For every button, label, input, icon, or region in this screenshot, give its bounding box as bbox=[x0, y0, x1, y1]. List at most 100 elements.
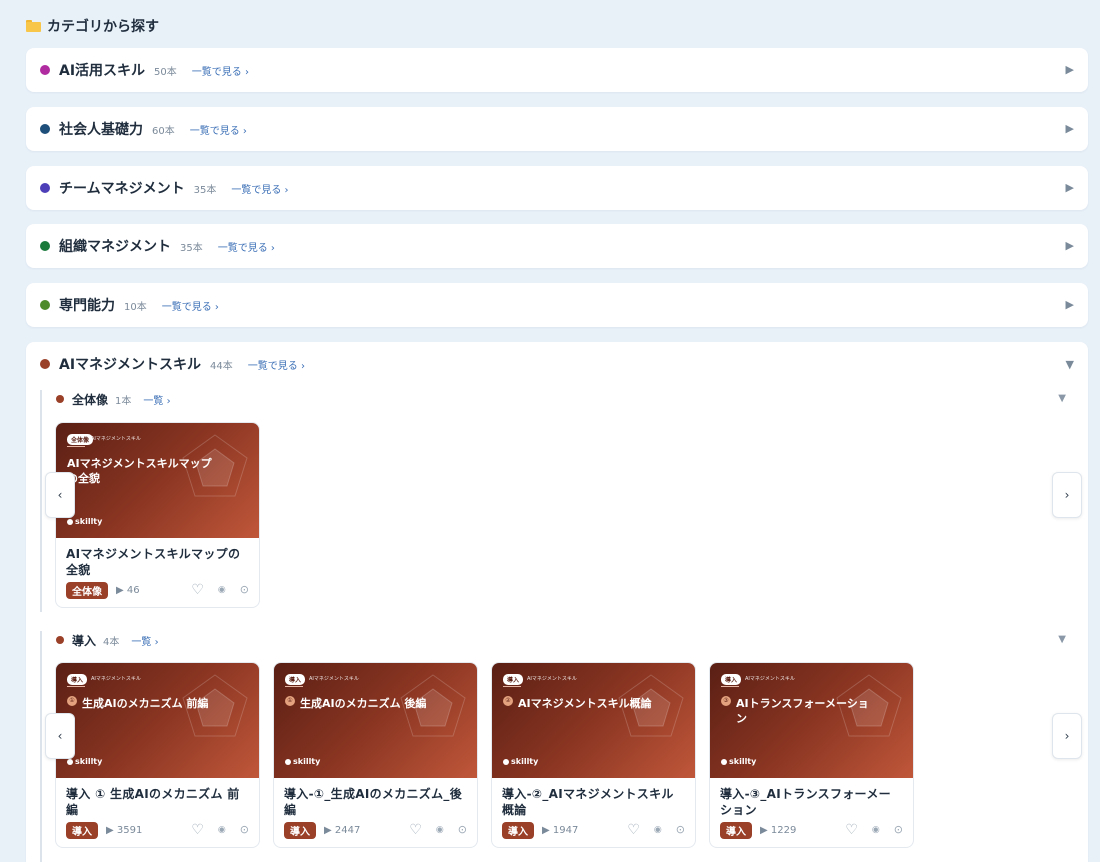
category-row-business-basics[interactable]: 社会人基礎力 60本 一覧で見る › ▶ bbox=[26, 107, 1088, 151]
more-icon[interactable]: ⊙ bbox=[676, 824, 685, 836]
heart-icon[interactable]: ♡ bbox=[627, 823, 640, 837]
category-panel-ai-management: AIマネジメントスキル 44本 一覧で見る › ▼ 全体像 1本 一覧 › ▼ … bbox=[26, 342, 1088, 862]
category-dot bbox=[40, 124, 50, 134]
thumbnail-number: ② bbox=[503, 696, 513, 706]
more-icon[interactable]: ⊙ bbox=[240, 824, 249, 836]
category-row-org-management[interactable]: 組織マネジメント 35本 一覧で見る › ▶ bbox=[26, 224, 1088, 268]
category-count: 35本 bbox=[193, 184, 217, 196]
category-name: AIマネジメントスキル bbox=[59, 357, 202, 373]
video-card[interactable]: 導入 AIマネジメントスキル ② AIマネジメントスキル概論 skillty 導… bbox=[491, 662, 696, 848]
category-count: 44本 bbox=[210, 360, 233, 372]
expand-arrow-icon[interactable]: ▶ bbox=[1066, 239, 1074, 252]
category-name: 専門能力 bbox=[59, 298, 115, 314]
video-card[interactable]: 導入 AIマネジメントスキル ③ AIトランスフォーメーション skillty … bbox=[709, 662, 914, 848]
subcategory-header[interactable]: 全体像 1本 一覧 › bbox=[56, 390, 171, 408]
video-thumbnail[interactable]: 導入 AIマネジメントスキル ③ AIトランスフォーメーション skillty bbox=[710, 663, 913, 778]
thumbnail-divider bbox=[67, 446, 85, 447]
video-thumbnail[interactable]: 導入 AIマネジメントスキル ① 生成AIのメカニズム 前編 skillty bbox=[56, 663, 259, 778]
expand-arrow-icon[interactable]: ▶ bbox=[1066, 298, 1074, 311]
section-title-text: カテゴリから探す bbox=[47, 19, 159, 35]
view-all-link[interactable]: 一覧で見る › bbox=[162, 298, 219, 313]
brand-logo: skillty bbox=[285, 757, 320, 766]
thumbnail-number: ① bbox=[285, 696, 295, 706]
expand-arrow-icon[interactable]: ▶ bbox=[1066, 122, 1074, 135]
heart-icon[interactable]: ♡ bbox=[409, 823, 422, 837]
thumbnail-divider bbox=[285, 686, 303, 687]
play-count: ▶ 1229 bbox=[760, 824, 797, 836]
thumbnail-subtitle: AIマネジメントスキル bbox=[91, 676, 141, 682]
heart-icon[interactable]: ♡ bbox=[191, 583, 204, 597]
video-thumbnail[interactable]: 全体像 AIマネジメントスキル AIマネジメントスキルマップの全貌 skillt… bbox=[56, 423, 259, 538]
section-title: カテゴリから探す bbox=[26, 16, 159, 36]
collapse-arrow-icon[interactable]: ▼ bbox=[1058, 634, 1066, 645]
thumbnail-subtitle: AIマネジメントスキル bbox=[91, 436, 141, 442]
carousel-prev-button[interactable]: ‹ bbox=[45, 472, 75, 518]
tag-badge: 導入 bbox=[720, 821, 752, 839]
folder-icon bbox=[26, 20, 41, 32]
thumbnail-tag: 導入 bbox=[67, 674, 88, 685]
expand-arrow-icon[interactable]: ▶ bbox=[1066, 181, 1074, 194]
category-row-team-management[interactable]: チームマネジメント 35本 一覧で見る › ▶ bbox=[26, 166, 1088, 210]
view-all-link[interactable]: 一覧で見る › bbox=[190, 122, 247, 137]
video-title[interactable]: 導入 ① 生成AIのメカニズム 前編 bbox=[66, 786, 249, 818]
video-title[interactable]: 導入-③_AIトランスフォーメーション bbox=[720, 786, 903, 818]
tag-badge: 全体像 bbox=[66, 581, 108, 599]
thumbnail-subtitle: AIマネジメントスキル bbox=[745, 676, 795, 682]
category-dot bbox=[40, 65, 50, 75]
subcategory-name: 導入 bbox=[72, 633, 97, 648]
eye-icon[interactable]: ◉ bbox=[654, 824, 662, 836]
video-thumbnail[interactable]: 導入 AIマネジメントスキル ② AIマネジメントスキル概論 skillty bbox=[492, 663, 695, 778]
pentagon-decoration-icon bbox=[618, 674, 684, 737]
video-card[interactable]: 導入 AIマネジメントスキル ① 生成AIのメカニズム 後編 skillty 導… bbox=[273, 662, 478, 848]
brand-logo: skillty bbox=[721, 757, 756, 766]
more-icon[interactable]: ⊙ bbox=[458, 824, 467, 836]
brand-logo: skillty bbox=[67, 517, 102, 526]
subcategory-view-all-link[interactable]: 一覧 › bbox=[143, 392, 170, 407]
subcategory-dot bbox=[56, 395, 64, 403]
subcategory-name: 全体像 bbox=[72, 392, 109, 407]
category-dot bbox=[40, 359, 50, 369]
carousel-next-button[interactable]: › bbox=[1052, 472, 1082, 518]
eye-icon[interactable]: ◉ bbox=[218, 824, 226, 836]
eye-icon[interactable]: ◉ bbox=[436, 824, 444, 836]
subcategory-header[interactable]: 導入 4本 一覧 › bbox=[56, 631, 159, 649]
video-card[interactable]: 導入 AIマネジメントスキル ① 生成AIのメカニズム 前編 skillty 導… bbox=[55, 662, 260, 848]
view-all-link[interactable]: 一覧で見る › bbox=[231, 181, 288, 196]
view-all-link[interactable]: 一覧で見る › bbox=[218, 239, 275, 254]
play-count: ▶ 2447 bbox=[324, 824, 361, 836]
subcategory-view-all-link[interactable]: 一覧 › bbox=[131, 633, 158, 648]
thumbnail-divider bbox=[503, 686, 521, 687]
pentagon-decoration-icon bbox=[836, 674, 902, 737]
carousel-prev-button[interactable]: ‹ bbox=[45, 713, 75, 759]
category-count: 35本 bbox=[180, 242, 203, 254]
carousel-next-button[interactable]: › bbox=[1052, 713, 1082, 759]
category-row-specialist[interactable]: 専門能力 10本 一覧で見る › ▶ bbox=[26, 283, 1088, 327]
video-title[interactable]: 導入-②_AIマネジメントスキル概論 bbox=[502, 786, 685, 818]
view-all-link[interactable]: 一覧で見る › bbox=[248, 357, 305, 372]
collapse-arrow-icon[interactable]: ▼ bbox=[1058, 393, 1066, 404]
category-header[interactable]: AIマネジメントスキル 44本 一覧で見る › bbox=[40, 354, 305, 374]
subcategory-overview: 全体像 1本 一覧 › ▼ 全体像 AIマネジメントスキル AIマネジメントスキ… bbox=[40, 390, 1074, 612]
category-dot bbox=[40, 183, 50, 193]
heart-icon[interactable]: ♡ bbox=[191, 823, 204, 837]
video-card[interactable]: 全体像 AIマネジメントスキル AIマネジメントスキルマップの全貌 skillt… bbox=[55, 422, 260, 608]
view-all-link[interactable]: 一覧で見る › bbox=[192, 63, 249, 78]
heart-icon[interactable]: ♡ bbox=[845, 823, 858, 837]
subcategory-count: 4本 bbox=[103, 636, 120, 648]
video-thumbnail[interactable]: 導入 AIマネジメントスキル ① 生成AIのメカニズム 後編 skillty bbox=[274, 663, 477, 778]
collapse-arrow-icon[interactable]: ▼ bbox=[1066, 358, 1074, 371]
eye-icon[interactable]: ◉ bbox=[218, 584, 226, 596]
pentagon-decoration-icon bbox=[400, 674, 466, 737]
thumbnail-divider bbox=[67, 686, 85, 687]
video-title[interactable]: AIマネジメントスキルマップの全貌 bbox=[66, 546, 249, 578]
brand-logo: skillty bbox=[503, 757, 538, 766]
eye-icon[interactable]: ◉ bbox=[872, 824, 880, 836]
subcategory-count: 1本 bbox=[115, 395, 132, 407]
category-row-ai-skill[interactable]: AI活用スキル 50本 一覧で見る › ▶ bbox=[26, 48, 1088, 92]
more-icon[interactable]: ⊙ bbox=[240, 584, 249, 596]
more-icon[interactable]: ⊙ bbox=[894, 824, 903, 836]
thumbnail-number: ① bbox=[67, 696, 77, 706]
tag-badge: 導入 bbox=[502, 821, 534, 839]
expand-arrow-icon[interactable]: ▶ bbox=[1066, 63, 1074, 76]
video-title[interactable]: 導入-①_生成AIのメカニズム_後編 bbox=[284, 786, 467, 818]
